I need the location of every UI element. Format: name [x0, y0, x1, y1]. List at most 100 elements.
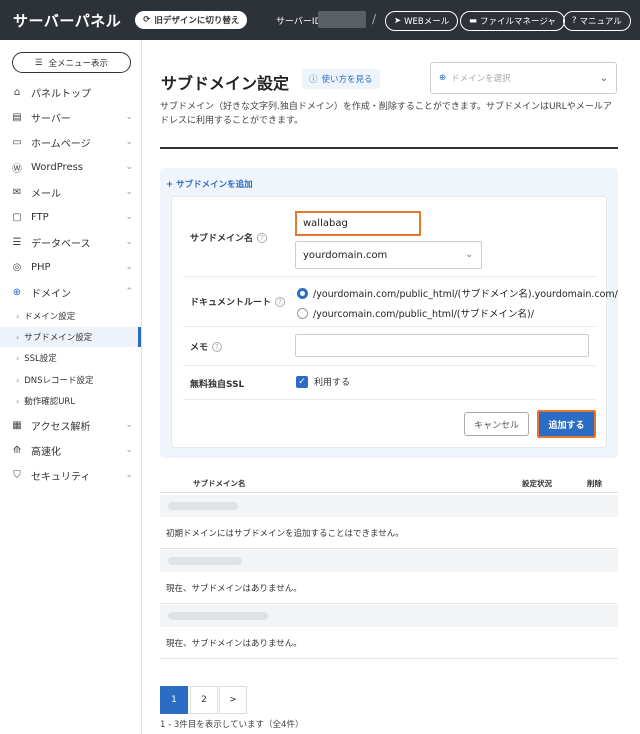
table-group-row: [160, 550, 618, 572]
sidebar-subitem-ssl-settings[interactable]: › SSL設定: [0, 348, 141, 368]
sidebar-item-label: WordPress: [31, 161, 84, 173]
domain-select[interactable]: ⊕ ドメインを選択 ⌄: [430, 62, 617, 94]
chevron-up-icon: ⌃: [125, 287, 133, 297]
help-link[interactable]: ⓘ 使い方を見る: [302, 69, 380, 89]
divider: [160, 147, 618, 149]
next-page-button[interactable]: >: [219, 686, 247, 714]
memo-input[interactable]: [295, 334, 589, 357]
add-button[interactable]: 追加する: [537, 410, 596, 438]
sidebar-item-ftp[interactable]: ▢ FTP ⌄: [0, 205, 141, 229]
domain-select-placeholder: ドメインを選択: [451, 74, 511, 84]
label-text: ドキュメントルート: [190, 298, 272, 308]
sidebar-item-speed[interactable]: ⟰ 高速化 ⌄: [0, 438, 141, 462]
webmail-button[interactable]: ➤ WEBメール: [385, 11, 459, 31]
sidebar-item-domain[interactable]: ⊕ ドメイン ⌃: [0, 280, 141, 304]
chevron-right-icon: ›: [16, 375, 20, 385]
chevron-down-icon: ⌄: [125, 420, 133, 430]
sidebar-subitem-subdomain-settings[interactable]: › サブドメイン設定: [0, 327, 141, 347]
old-design-label: 旧デザインに切り替え: [154, 16, 240, 26]
file-manager-label: ファイルマネージャ: [480, 17, 556, 27]
plus-icon: +: [166, 180, 174, 190]
chevron-down-icon: ⌄: [125, 470, 133, 480]
chevron-down-icon: ⌄: [125, 187, 133, 197]
add-subdomain-toggle[interactable]: + サブドメインを追加: [166, 178, 253, 190]
table-message: 現在、サブドメインはありません。: [166, 639, 302, 649]
php-icon: ◎: [12, 261, 22, 273]
sidebar-subitem-label: ドメイン設定: [24, 312, 76, 322]
question-icon[interactable]: ?: [212, 341, 223, 352]
sidebar-item-label: パネルトップ: [31, 88, 91, 100]
checkbox-checked-icon[interactable]: ✓: [296, 375, 308, 388]
sidebar-item-panel-top[interactable]: ⌂ パネルトップ: [0, 80, 141, 104]
row-divider: [160, 658, 618, 659]
shield-icon: ⛉: [13, 469, 21, 481]
globe-icon: ⊕: [12, 286, 22, 298]
ssl-option-label: 利用する: [314, 378, 351, 388]
sidebar-item-mail[interactable]: ✉ メール ⌄: [0, 180, 141, 204]
chevron-down-icon: ⌄: [125, 445, 133, 455]
chevron-down-icon: ⌄: [599, 72, 608, 84]
sidebar-item-label: ドメイン: [31, 288, 71, 300]
manual-button[interactable]: ? マニュアル: [563, 11, 631, 31]
sidebar-item-label: ホームページ: [31, 138, 91, 150]
document-root-label: ドキュメントルート ?: [190, 295, 286, 308]
docroot-option-1[interactable]: /yourdomain.com/public_html/(サブドメイン名).yo…: [297, 286, 618, 300]
row-divider: [183, 399, 596, 400]
sidebar-item-security[interactable]: ⛉ セキュリティ ⌄: [0, 463, 141, 487]
sidebar-item-label: FTP: [31, 211, 49, 223]
table-group-row: [160, 605, 618, 627]
sidebar-item-server[interactable]: ▤ サーバー ⌄: [0, 105, 141, 129]
chevron-down-icon: ⌄: [465, 250, 473, 260]
sidebar-item-access-analysis[interactable]: ▦ アクセス解析 ⌄: [0, 413, 141, 437]
sidebar-item-homepage[interactable]: ▭ ホームページ ⌄: [0, 130, 141, 154]
header-separator: /: [372, 12, 377, 26]
ssl-label: 無料独自SSL: [190, 377, 244, 390]
sidebar-item-label: メール: [31, 188, 61, 200]
sidebar-item-label: セキュリティ: [31, 471, 91, 483]
radio-selected[interactable]: [297, 287, 308, 299]
chevron-down-icon: ⌄: [125, 162, 133, 172]
sidebar-item-database[interactable]: ☰ データベース ⌄: [0, 230, 141, 254]
page-description: サブドメイン（好きな文字列.独自ドメイン）を作成・削除することができます。サブド…: [160, 102, 612, 126]
col-header-status: 設定状況: [522, 479, 552, 488]
chevron-right-icon: ›: [16, 311, 20, 321]
cancel-button[interactable]: キャンセル: [464, 412, 529, 436]
ssl-checkbox-row[interactable]: ✓ 利用する: [296, 375, 350, 388]
redacted-domain: [168, 612, 268, 620]
chart-icon: ▦: [12, 419, 22, 431]
file-manager-button[interactable]: ▬ ファイルマネージャ: [460, 11, 565, 31]
top-header: サーバーパネル ⟳ 旧デザインに切り替え サーバーID / ➤ WEBメール ▬…: [0, 0, 640, 40]
col-header-subdomain: サブドメイン名: [193, 479, 246, 488]
subdomain-name-value: wallabag: [303, 218, 348, 229]
page-1-button[interactable]: 1: [160, 686, 188, 714]
docroot-option-2-label: /yourcomain.com/public_html/(サブドメイン名)/: [313, 309, 534, 320]
sidebar-subitem-label: 動作確認URL: [24, 397, 76, 407]
help-link-label: 使い方を見る: [321, 75, 373, 85]
sidebar-subitem-test-url[interactable]: › 動作確認URL: [0, 391, 141, 411]
app-logo[interactable]: サーバーパネル: [13, 10, 121, 31]
server-icon: ▤: [12, 111, 22, 123]
domain-dropdown[interactable]: yourdomain.com ⌄: [295, 241, 482, 269]
sidebar-subitem-dns-settings[interactable]: › DNSレコード設定: [0, 370, 141, 390]
question-icon[interactable]: ?: [257, 232, 268, 243]
old-design-button[interactable]: ⟳ 旧デザインに切り替え: [135, 11, 248, 29]
subdomain-name-input[interactable]: wallabag: [295, 211, 421, 236]
label-text: 無料独自SSL: [190, 380, 245, 390]
question-icon[interactable]: ?: [275, 296, 286, 307]
row-divider: [183, 276, 596, 277]
radio-unselected[interactable]: [297, 307, 308, 319]
send-icon: ➤: [394, 16, 402, 26]
sidebar-subitem-domain-settings[interactable]: › ドメイン設定: [0, 306, 141, 326]
sidebar-item-wordpress[interactable]: Ⓦ WordPress ⌄: [0, 155, 141, 179]
sidebar-item-php[interactable]: ◎ PHP ⌄: [0, 255, 141, 279]
docroot-option-2[interactable]: /yourcomain.com/public_html/(サブドメイン名)/: [297, 306, 534, 320]
page-title: サブドメイン設定: [161, 74, 290, 93]
server-id-value: [318, 11, 366, 28]
folder-icon: ▬: [469, 16, 478, 26]
all-menu-button[interactable]: ☰ 全メニュー表示: [12, 52, 131, 73]
add-subdomain-label: サブドメインを追加: [176, 180, 253, 190]
redacted-domain: [168, 502, 238, 510]
database-icon: ☰: [12, 236, 22, 248]
page-2-button[interactable]: 2: [190, 686, 218, 714]
webmail-label: WEBメール: [404, 17, 450, 27]
